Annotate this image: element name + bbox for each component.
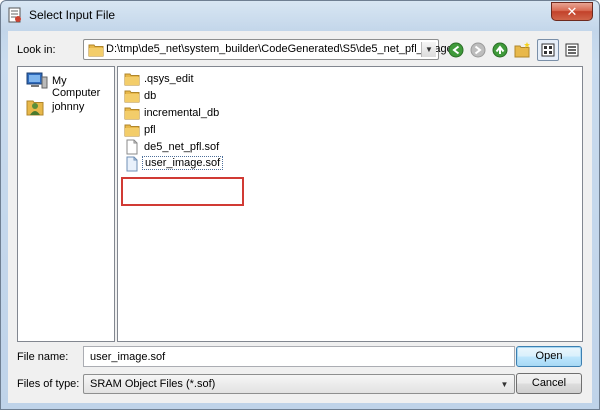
dialog-body: Look in: D:\tmp\de5_net\system_builder\C… xyxy=(8,31,592,403)
file-label: db xyxy=(144,90,157,102)
file-label: .qsys_edit xyxy=(144,73,194,85)
files-of-type-value: SRAM Object Files (*.sof) xyxy=(90,378,216,390)
list-item[interactable]: de5_net_pfl.sof xyxy=(124,139,324,156)
file-icon xyxy=(126,139,138,155)
folder-icon xyxy=(124,124,140,137)
list-item[interactable]: .qsys_edit xyxy=(124,71,324,88)
title-bar[interactable]: Select Input File ✕ xyxy=(1,1,599,31)
look-in-combo[interactable]: D:\tmp\de5_net\system_builder\CodeGenera… xyxy=(83,39,459,60)
file-name-input[interactable] xyxy=(83,346,515,367)
files-of-type-select[interactable]: SRAM Object Files (*.sof) ▼ xyxy=(83,374,515,394)
file-label: user_image.sof xyxy=(141,156,224,170)
look-in-label: Look in: xyxy=(17,44,56,56)
computer-icon xyxy=(26,72,48,89)
places-bar: My Computer johnny xyxy=(17,66,115,342)
back-button[interactable] xyxy=(445,39,467,61)
close-icon: ✕ xyxy=(566,4,578,19)
chevron-down-icon[interactable]: ▼ xyxy=(497,377,512,392)
list-item[interactable]: db xyxy=(124,88,324,105)
file-name-label: File name: xyxy=(17,351,69,363)
files-of-type-label: Files of type: xyxy=(17,378,80,390)
chevron-down-icon[interactable]: ▼ xyxy=(421,42,436,57)
up-folder-icon xyxy=(492,42,508,58)
list-view-button[interactable] xyxy=(537,39,559,61)
list-item[interactable]: incremental_db xyxy=(124,105,324,122)
detail-view-button[interactable] xyxy=(561,39,583,61)
folder-icon xyxy=(88,44,104,57)
user-folder-icon xyxy=(26,100,44,116)
new-folder-icon xyxy=(514,42,530,58)
close-button[interactable]: ✕ xyxy=(551,2,593,21)
new-folder-button[interactable] xyxy=(511,39,533,61)
file-label: de5_net_pfl.sof xyxy=(144,141,220,153)
forward-button[interactable] xyxy=(467,39,489,61)
detail-view-icon xyxy=(565,43,579,57)
dialog-window: Select Input File ✕ Look in: D:\tmp\de5_… xyxy=(0,0,600,410)
place-my-computer[interactable]: My Computer xyxy=(25,71,113,99)
folder-icon xyxy=(124,73,140,86)
list-item[interactable]: user_image.sof xyxy=(124,156,324,173)
up-button[interactable] xyxy=(489,39,511,61)
list-item[interactable]: pfl xyxy=(124,122,324,139)
open-button[interactable]: Open xyxy=(516,346,582,367)
look-in-path: D:\tmp\de5_net\system_builder\CodeGenera… xyxy=(106,43,459,55)
folder-icon xyxy=(124,107,140,120)
folder-icon xyxy=(124,90,140,103)
cancel-button[interactable]: Cancel xyxy=(516,373,582,394)
file-label: pfl xyxy=(144,124,156,136)
app-icon xyxy=(7,7,23,23)
file-icon xyxy=(126,156,138,172)
annotation-highlight-box xyxy=(121,177,244,206)
list-view-icon xyxy=(541,43,555,57)
place-label: johnny xyxy=(52,101,85,113)
place-label: My Computer xyxy=(52,75,101,99)
back-arrow-icon xyxy=(448,42,464,58)
forward-arrow-icon xyxy=(470,42,486,58)
place-johnny[interactable]: johnny xyxy=(25,97,113,117)
window-title: Select Input File xyxy=(29,8,116,22)
file-label: incremental_db xyxy=(144,107,220,119)
